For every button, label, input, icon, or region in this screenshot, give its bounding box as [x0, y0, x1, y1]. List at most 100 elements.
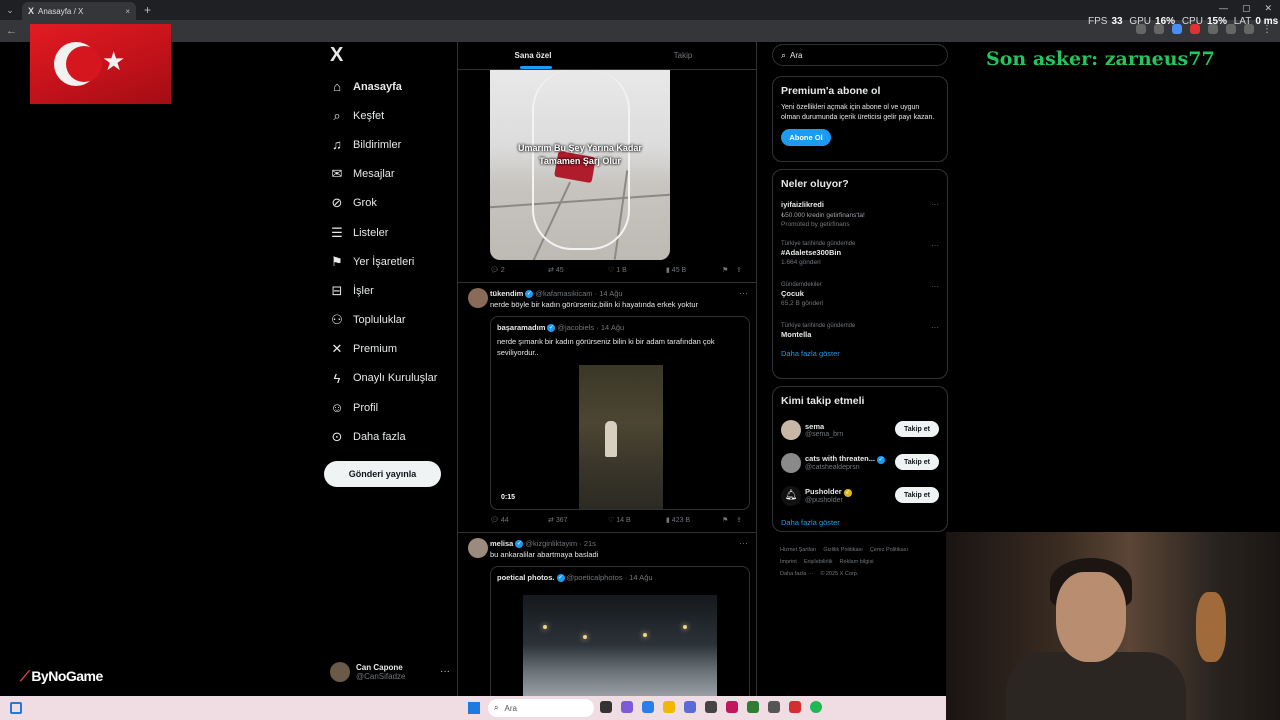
footer-link[interactable]: Daha fazla ··· [780, 571, 813, 577]
close-window-icon[interactable]: ✕ [1264, 3, 1272, 14]
like-button[interactable]: ♡ 1 B [608, 266, 666, 274]
gpu-label: GPU [1129, 16, 1152, 27]
like-button[interactable]: ♡ 14 B [608, 516, 666, 524]
task-view-icon[interactable] [600, 701, 612, 713]
bookmark-icon[interactable]: ⚑ [722, 266, 736, 274]
sidebar-item-messages[interactable]: ✉ Mesajlar [324, 160, 454, 189]
trend-item[interactable]: iyifaizlikredi ₺50.000 kredin getirfinan… [773, 200, 947, 241]
quote-photo[interactable] [523, 595, 717, 696]
tweet-username[interactable]: tükendim [490, 289, 523, 298]
sidebar-item-profile[interactable]: ☺ Profil [324, 393, 454, 422]
more-icon[interactable]: ··· [440, 666, 450, 677]
footer-link[interactable]: Imprint [780, 559, 797, 565]
maximize-icon[interactable]: ▢ [1242, 3, 1251, 14]
trend-category: Gündemdekiler [781, 282, 822, 288]
x-logo-icon[interactable]: X [330, 44, 454, 72]
follow-button[interactable]: Takip et [895, 487, 939, 503]
tab-for-you[interactable]: Sana özel [458, 42, 608, 69]
footer-link[interactable]: Hizmet Şartları [780, 547, 816, 553]
bookmark-icon[interactable]: ⚑ [722, 516, 736, 524]
footer-link[interactable]: Erişilebilirlik [804, 559, 833, 565]
spotify-icon[interactable] [810, 701, 822, 713]
more-icon[interactable]: ··· [931, 241, 939, 250]
sidebar-item-bookmarks[interactable]: ⚑ Yer İşaretleri [324, 247, 454, 276]
tab-close-icon[interactable]: × [125, 7, 130, 16]
footer-link[interactable]: Çerez Politikası [870, 547, 908, 553]
new-tab-button[interactable]: + [144, 3, 151, 17]
avatar[interactable] [468, 288, 488, 308]
more-icon[interactable]: ··· [739, 288, 748, 298]
sidebar-item-more[interactable]: ⊙ Daha fazla [324, 422, 454, 451]
video-player[interactable] [579, 365, 663, 509]
search-placeholder: Ara [790, 50, 803, 60]
post-image[interactable]: Umarım Bu Şey Yarına Kadar Tamamen Şarj … [490, 70, 670, 260]
tab-following[interactable]: Takip [608, 42, 756, 69]
trend-item[interactable]: Türkiye tarihinde gündemde #Adaletse300B… [773, 241, 947, 282]
sidebar-item-label: Listeler [353, 226, 389, 239]
browser-tab[interactable]: X Anasayfa / X × [22, 2, 136, 20]
tweet-handle[interactable]: @kizginliktayim [525, 539, 577, 548]
list-icon: ☰ [331, 224, 343, 240]
subscribe-button[interactable]: Abone Ol [781, 129, 831, 147]
widgets-icon[interactable] [10, 702, 22, 714]
folder-icon[interactable] [663, 701, 675, 713]
sidebar-item-verified-orgs[interactable]: ϟ Onaylı Kuruluşlar [324, 364, 454, 393]
reply-button[interactable]: 💬︎ 44 [490, 516, 548, 524]
footer-link[interactable]: Gizlilik Politikası [823, 547, 862, 553]
account-switcher[interactable]: Can Capone @CanSifadze ··· [330, 662, 450, 682]
like-count: 1 B [616, 267, 627, 274]
trend-item[interactable]: Türkiye tarihinde gündemde Montella ··· [773, 323, 947, 349]
quote-text: nerde şımarık bir kadın görürseniz bilin… [497, 337, 715, 357]
follow-suggestion[interactable]: cats with threaten... ✓ @catshealdeprsn T… [773, 446, 947, 479]
more-icon[interactable]: ··· [931, 200, 939, 209]
taskbar-search-input[interactable]: ⌕ Ara [488, 699, 594, 717]
tweet-username[interactable]: melisa [490, 539, 513, 548]
share-icon[interactable]: ⇪ [736, 266, 742, 274]
quoted-tweet[interactable]: poetical photos. ✓ @poeticalphotos · 14 Ağ… [490, 566, 750, 696]
quoted-tweet[interactable]: başaramadım ✓ @jacobiels · 14 Ağu nerde şı… [490, 316, 750, 510]
sidebar-item-premium[interactable]: ✕ Premium [324, 335, 454, 364]
sidebar-item-notifications[interactable]: ♫ Bildirimler [324, 130, 454, 159]
more-icon[interactable]: ··· [931, 282, 939, 291]
show-more-link[interactable]: Daha fazla göster [773, 518, 947, 527]
search-input[interactable]: ⌕ Ara [772, 44, 948, 66]
app-icon[interactable] [747, 701, 759, 713]
reply-button[interactable]: 💬︎ 2 [490, 266, 548, 274]
views-button[interactable]: ▮ 423 B [666, 516, 722, 524]
footer-link[interactable]: Reklam bilgisi [840, 559, 874, 565]
tab-list-chevron-icon[interactable]: ⌄ [0, 5, 20, 16]
trend-item[interactable]: Gündemdekiler Çocuk 65,2 B gönderi ··· [773, 282, 947, 323]
tweet-handle[interactable]: @kafamasikicam [535, 289, 592, 298]
repost-button[interactable]: ⇄ 367 [548, 516, 608, 524]
minimize-icon[interactable]: — [1219, 3, 1228, 14]
street-lamp [643, 633, 647, 637]
avatar[interactable] [468, 538, 488, 558]
app-icon[interactable] [768, 701, 780, 713]
sidebar-item-grok[interactable]: ⊘ Grok [324, 189, 454, 218]
share-icon[interactable]: ⇪ [736, 516, 742, 524]
app-icon[interactable] [621, 701, 633, 713]
sidebar-item-jobs[interactable]: ⊟ İşler [324, 276, 454, 305]
show-more-link[interactable]: Daha fazla göster [773, 349, 947, 358]
chrome-icon[interactable] [642, 701, 654, 713]
app-icon[interactable] [726, 701, 738, 713]
app-icon[interactable] [705, 701, 717, 713]
sidebar-item-communities[interactable]: ⚇ Topluluklar [324, 306, 454, 335]
follow-button[interactable]: Takip et [895, 421, 939, 437]
discord-icon[interactable] [684, 701, 696, 713]
post-button[interactable]: Gönderi yayınla [324, 461, 441, 487]
sidebar-item-lists[interactable]: ☰ Listeler [324, 218, 454, 247]
views-button[interactable]: ▮ 45 B [666, 266, 722, 274]
follow-suggestion[interactable]: sema @sema_brn Takip et [773, 413, 947, 446]
sidebar-item-label: Bildirimler [353, 138, 402, 151]
repost-button[interactable]: ⇄ 45 [548, 266, 608, 274]
sidebar-item-explore[interactable]: ⌕ Keşfet [324, 101, 454, 130]
windows-start-icon[interactable] [468, 702, 480, 714]
follow-button[interactable]: Takip et [895, 454, 939, 470]
follow-suggestion[interactable]: 🔔︎ Pusholder ✓ @pusholder Takip et [773, 479, 947, 512]
sidebar-item-home[interactable]: ⌂ Anasayfa [324, 72, 454, 101]
app-icon[interactable] [789, 701, 801, 713]
back-arrow-icon[interactable]: ← [6, 25, 17, 37]
more-icon[interactable]: ··· [931, 323, 939, 332]
more-icon[interactable]: ··· [739, 538, 748, 548]
